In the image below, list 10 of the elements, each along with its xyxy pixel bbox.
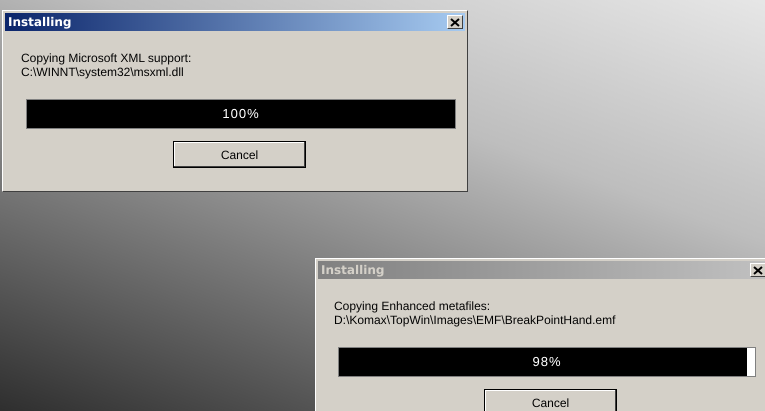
cancel-button[interactable]: Cancel bbox=[484, 389, 617, 411]
file-path: D:\Komax\TopWin\Images\EMF\BreakPointHand.emf bbox=[334, 313, 616, 327]
file-path: C:\WINNT\system32\msxml.dll bbox=[21, 65, 185, 79]
status-message: Copying Enhanced metafiles: bbox=[334, 299, 492, 313]
cancel-button[interactable]: Cancel bbox=[173, 141, 306, 168]
progress-percent: 100% bbox=[221, 106, 261, 121]
progress-percent: 98% bbox=[531, 354, 563, 369]
window-title: Installing bbox=[321, 263, 384, 277]
status-message: Copying Microsoft XML support: bbox=[21, 51, 192, 65]
window-title: Installing bbox=[8, 15, 72, 29]
